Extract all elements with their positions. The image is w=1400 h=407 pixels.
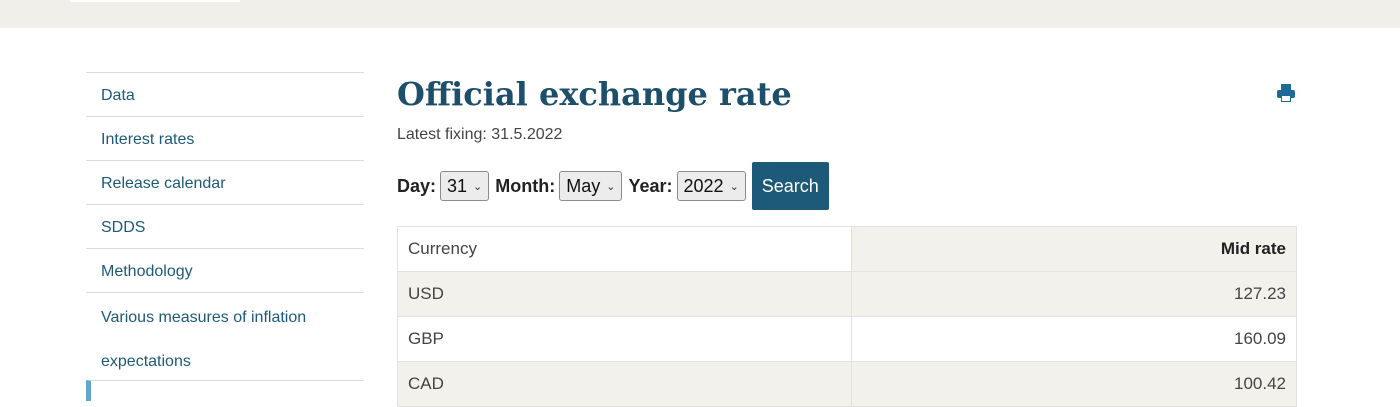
day-select[interactable]: 31 ⌄ — [440, 171, 490, 201]
currency-cell: GBP — [397, 316, 852, 362]
year-label: Year: — [628, 175, 673, 196]
sidebar-item-release-calendar[interactable]: Release calendar — [86, 160, 364, 204]
header-tab-edge — [70, 0, 240, 2]
rate-cell: 127.23 — [851, 271, 1297, 317]
latest-fixing-text: Latest fixing: 31.5.2022 — [397, 126, 563, 143]
month-select[interactable]: May ⌄ — [559, 171, 623, 201]
page-title: Official exchange rate — [397, 75, 792, 113]
sidebar-item-methodology[interactable]: Methodology — [86, 248, 364, 292]
chevron-down-icon: ⌄ — [729, 180, 739, 193]
top-header-bar — [0, 0, 1400, 28]
currency-column-header: Currency — [397, 226, 852, 272]
table-row: USD 127.23 — [397, 271, 1297, 317]
sidebar-item-interest-rates[interactable]: Interest rates — [86, 116, 364, 160]
month-label: Month: — [495, 175, 556, 196]
date-filter-form: Day: 31 ⌄ Month: May ⌄ Year: 2022 ⌄ Sear… — [397, 162, 1297, 210]
table-header-row: Currency Mid rate — [397, 226, 1297, 272]
chevron-down-icon: ⌄ — [473, 180, 483, 193]
main-content: Official exchange rate Latest fixing: 31… — [397, 72, 1297, 407]
month-select-value: May — [566, 175, 601, 196]
year-select[interactable]: 2022 ⌄ — [676, 171, 746, 201]
sidebar-item-sdds[interactable]: SDDS — [86, 204, 364, 248]
chevron-down-icon: ⌄ — [606, 180, 616, 193]
print-icon[interactable] — [1275, 82, 1297, 104]
rate-cell: 160.09 — [851, 316, 1297, 362]
sidebar-nav: Data Interest rates Release calendar SDD… — [86, 72, 364, 401]
currency-cell: USD — [397, 271, 852, 317]
sidebar-item-inflation-expectations[interactable]: Various measures of inflation expectatio… — [86, 292, 364, 380]
table-row: GBP 160.09 — [397, 316, 1297, 362]
mid-rate-column-header: Mid rate — [851, 226, 1297, 272]
year-select-value: 2022 — [683, 175, 724, 196]
sidebar-item-data[interactable]: Data — [86, 72, 364, 116]
day-select-value: 31 — [447, 175, 468, 196]
exchange-rate-table: Currency Mid rate USD 127.23 GBP 160.09 … — [397, 226, 1297, 407]
day-label: Day: — [397, 175, 437, 196]
search-button[interactable]: Search — [751, 162, 829, 210]
